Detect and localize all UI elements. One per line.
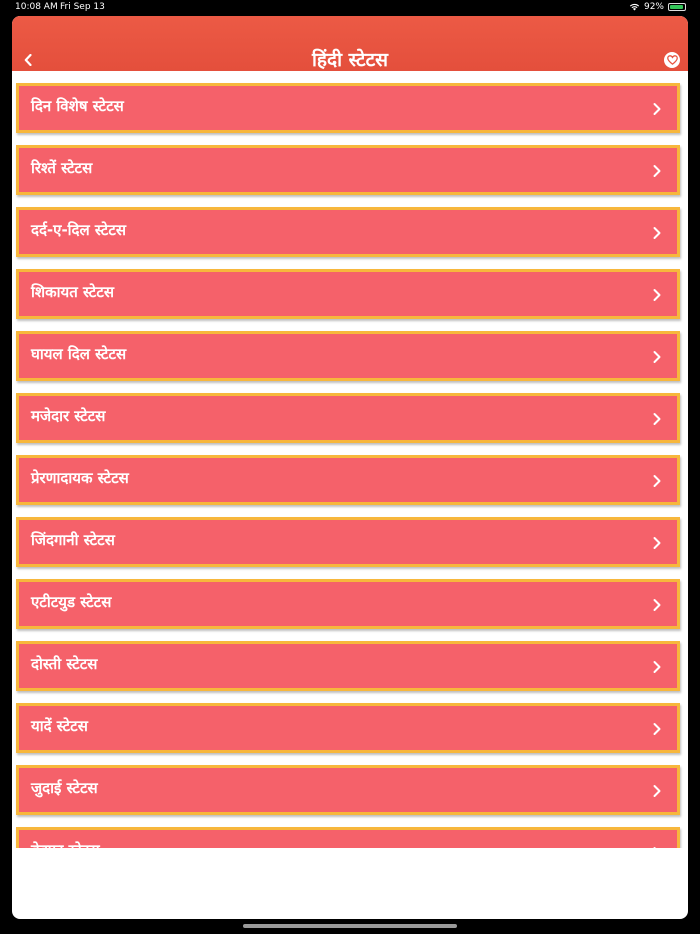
wifi-icon <box>629 3 640 11</box>
category-label: दिन विशेष स्टेटस <box>31 97 124 115</box>
chevron-right-icon <box>653 475 661 487</box>
category-label: मजेदार स्टेटस <box>31 407 106 425</box>
category-label: घायल दिल स्टेटस <box>31 345 127 363</box>
category-label: यादें स्टेटस <box>31 717 88 735</box>
category-item-wounded-heart[interactable]: घायल दिल स्टेटस <box>16 331 680 381</box>
category-item-friendship[interactable]: दोस्ती स्टेटस <box>16 641 680 691</box>
category-label: दर्द-ए-दिल स्टेटस <box>31 221 127 239</box>
chevron-right-icon <box>653 847 656 848</box>
battery-percent: 92% <box>643 2 664 12</box>
status-right: 92% <box>629 0 686 14</box>
status-date: Fri Sep 13 <box>60 2 105 12</box>
favorite-button[interactable] <box>664 52 680 68</box>
app-window: हिंदी स्टेटस दिन विशेष स्टेटस रिश्तें स्ट… <box>12 16 688 919</box>
category-item-day-special[interactable]: दिन विशेष स्टेटस <box>16 83 680 133</box>
chevron-right-icon <box>653 413 661 425</box>
chevron-right-icon <box>653 661 661 673</box>
home-indicator <box>243 924 457 928</box>
category-item-life[interactable]: जिंदगानी स्टेटस <box>16 517 680 567</box>
chevron-right-icon <box>653 537 661 549</box>
chevron-right-icon <box>653 351 661 363</box>
category-label: बेवफा स्टेटस <box>31 840 100 848</box>
heart-icon <box>666 55 678 65</box>
chevron-right-icon <box>653 599 661 611</box>
battery-icon <box>668 3 686 11</box>
category-label: एटीटयुड स्टेटस <box>31 593 112 611</box>
category-item-funny[interactable]: मजेदार स्टेटस <box>16 393 680 443</box>
category-item-motivational[interactable]: प्रेरणादायक स्टेटस <box>16 455 680 505</box>
chevron-right-icon <box>653 289 661 301</box>
category-item-unfaithful[interactable]: बेवफा स्टेटस <box>16 827 680 848</box>
category-label: जिंदगानी स्टेटस <box>31 531 115 549</box>
category-item-separation[interactable]: जुदाई स्टेटस <box>16 765 680 815</box>
category-label: जुदाई स्टेटस <box>31 779 98 797</box>
category-item-memories[interactable]: यादें स्टेटस <box>16 703 680 753</box>
chevron-right-icon <box>653 103 661 115</box>
status-bar: 10:08 AM Fri Sep 13 92% <box>0 0 700 16</box>
navigation-bar: हिंदी स्टेटस <box>12 16 688 71</box>
category-list[interactable]: दिन विशेष स्टेटस रिश्तें स्टेटस दर्द-ए-दिल… <box>12 71 688 848</box>
category-item-relations[interactable]: रिश्तें स्टेटस <box>16 145 680 195</box>
category-label: रिश्तें स्टेटस <box>31 159 93 177</box>
category-label: प्रेरणादायक स्टेटस <box>31 469 129 487</box>
category-item-heartache[interactable]: दर्द-ए-दिल स्टेटस <box>16 207 680 257</box>
category-item-attitude[interactable]: एटीटयुड स्टेटस <box>16 579 680 629</box>
page-title: हिंदी स्टेटस <box>311 49 389 71</box>
chevron-right-icon <box>653 165 661 177</box>
category-item-complaint[interactable]: शिकायत स्टेटस <box>16 269 680 319</box>
chevron-right-icon <box>653 227 661 239</box>
chevron-right-icon <box>653 723 661 735</box>
category-label: दोस्ती स्टेटस <box>31 655 98 673</box>
chevron-right-icon <box>653 785 661 797</box>
status-time: 10:08 AM <box>15 2 58 12</box>
category-label: शिकायत स्टेटस <box>31 283 115 301</box>
